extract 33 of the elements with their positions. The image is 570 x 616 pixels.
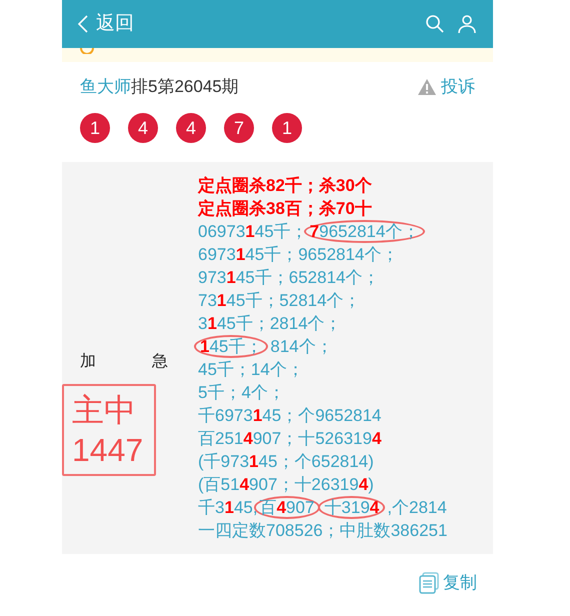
text-span: 千6973145；个9652814 bbox=[198, 406, 382, 425]
text-span: 5千；4个； bbox=[198, 383, 285, 402]
document-icon bbox=[419, 572, 439, 594]
notice-icon bbox=[80, 48, 94, 54]
search-icon[interactable] bbox=[425, 14, 445, 34]
text-span: 百2514907；十5263194 bbox=[198, 429, 382, 448]
text-span: 定点圈杀82千；杀30个 bbox=[198, 176, 372, 195]
text-span: 45千；14个； bbox=[198, 360, 304, 379]
urgent-label: 加 bbox=[80, 352, 96, 372]
chevron-left-icon bbox=[78, 15, 88, 33]
text-span: ,个2814 bbox=[387, 498, 447, 517]
hit-text: 主中 bbox=[72, 391, 137, 430]
circled-text: 79652814个； bbox=[304, 220, 426, 243]
text-span: 73145千；52814个； bbox=[198, 291, 361, 310]
copy-button[interactable]: 复制 bbox=[419, 570, 477, 596]
warning-icon bbox=[417, 78, 437, 96]
post-title: 鱼大师排5第26045期 bbox=[80, 76, 239, 98]
text-span: (百514907；十263194) bbox=[198, 475, 374, 494]
circled-text: 百4907 bbox=[254, 496, 320, 519]
hit-text: 1447 bbox=[72, 431, 144, 470]
text-span: (千973145；个652814) bbox=[198, 452, 374, 471]
text-span: 6973145千；9652814个； bbox=[198, 245, 398, 264]
user-icon[interactable] bbox=[457, 14, 477, 34]
text-span: 3145千；2814个； bbox=[198, 314, 342, 333]
back-button[interactable]: 返回 bbox=[78, 10, 134, 38]
text-span: 973145千；652814个； bbox=[198, 268, 380, 287]
circled-text: 145千； bbox=[194, 335, 268, 358]
text-span: 814个； bbox=[270, 337, 333, 356]
circled-text: 十3194 bbox=[318, 496, 386, 519]
text-span: 定点圈杀38百；杀70十 bbox=[198, 199, 372, 218]
urgent-label: 急 bbox=[152, 352, 168, 372]
report-link[interactable]: 投诉 bbox=[417, 74, 475, 100]
text-span: 一四定数708526；中肚数386251 bbox=[198, 521, 448, 540]
